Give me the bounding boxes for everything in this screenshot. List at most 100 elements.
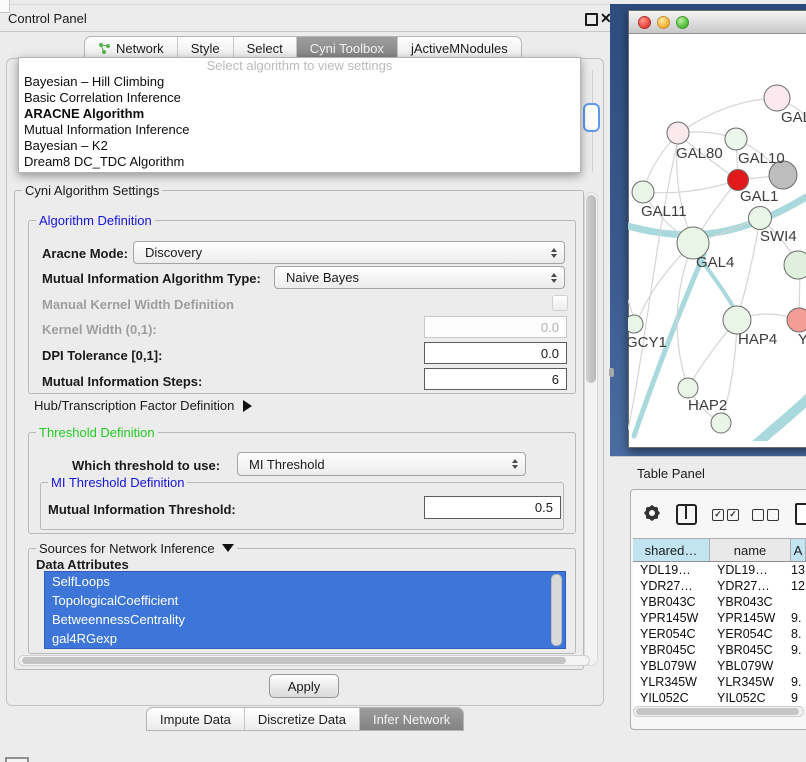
node-gcy1[interactable]: [628, 315, 643, 333]
top-divider: [0, 4, 612, 5]
dpi-tolerance-field[interactable]: 0.0: [424, 342, 567, 364]
check-all-icon[interactable]: ✓: [712, 509, 724, 521]
node-hap4[interactable]: [723, 306, 751, 334]
attributes-scrollbar-thumb[interactable]: [551, 574, 562, 646]
focused-combo-fragment: [583, 103, 600, 132]
sources-group-title[interactable]: Sources for Network Inference: [36, 541, 237, 556]
hub-definition-expander[interactable]: Hub/Transcription Factor Definition: [34, 398, 252, 413]
apply-button-label: Apply: [288, 679, 321, 694]
node-right-edge[interactable]: [784, 251, 806, 279]
node-label: GAL11: [641, 203, 687, 220]
tab-discretize-data[interactable]: Discretize Data: [245, 708, 360, 730]
aracne-mode-combo[interactable]: Discovery: [133, 241, 565, 264]
column-layout-icon[interactable]: [676, 504, 697, 525]
node-table[interactable]: YDL19…YDL19…13 YDR27…YDR27…12 YBR043CYBR…: [633, 562, 806, 706]
mi-steps-field[interactable]: 6: [424, 368, 567, 390]
network-canvas[interactable]: GAL GAL80 GAL10 GAL1 GAL11 SWI4 GAL4 GCY…: [628, 33, 806, 441]
tab-style[interactable]: Style: [178, 37, 234, 59]
group-title: Cyni Algorithm Settings: [22, 183, 162, 198]
page-icon[interactable]: [795, 503, 806, 525]
tab-label: Select: [247, 41, 283, 56]
tab-network[interactable]: Network: [85, 37, 178, 59]
edge: [643, 180, 738, 193]
apply-button[interactable]: Apply: [269, 674, 339, 698]
node-gal10[interactable]: [725, 128, 747, 150]
attribute-item[interactable]: TopologicalCoefficient: [45, 591, 565, 610]
algorithm-option-aracne[interactable]: ARACNE Algorithm: [19, 106, 580, 122]
column-header-shared[interactable]: shared…: [633, 538, 710, 561]
table-row[interactable]: YDR27…YDR27…12: [633, 578, 806, 594]
node-hap2[interactable]: [678, 378, 698, 398]
table-row[interactable]: YBL079WYBL079W: [633, 658, 806, 674]
check-all-icon[interactable]: ✓: [727, 509, 739, 521]
table-row[interactable]: YPR145WYPR145W9.: [633, 610, 806, 626]
uncheck-all-icon[interactable]: [752, 509, 764, 521]
tab-label: Impute Data: [160, 712, 231, 727]
float-window-icon[interactable]: [585, 13, 598, 26]
column-header-partial[interactable]: A: [791, 538, 806, 561]
node-salmon[interactable]: [787, 308, 806, 332]
manual-kernel-checkbox[interactable]: [552, 295, 568, 311]
edge: [737, 218, 760, 320]
attribute-item[interactable]: BetweennessCentrality: [45, 610, 565, 629]
node-swi4[interactable]: [749, 207, 772, 230]
tab-jactivemnodules[interactable]: jActiveMNodules: [398, 37, 521, 59]
uncheck-all-icon[interactable]: [767, 509, 779, 521]
algorithm-option[interactable]: Dream8 DC_TDC Algorithm: [19, 154, 580, 170]
network-window-titlebar[interactable]: [629, 11, 806, 34]
which-threshold-value: MI Threshold: [249, 457, 512, 472]
node-label: GAL1: [740, 188, 778, 205]
mi-threshold-field[interactable]: 0.5: [424, 496, 561, 519]
table-row[interactable]: YIL052CYIL052C9: [633, 690, 806, 706]
node-gal80[interactable]: [667, 122, 689, 144]
mi-steps-label: Mutual Information Steps:: [42, 374, 202, 389]
mi-type-label: Mutual Information Algorithm Type:: [42, 271, 261, 286]
data-attributes-list[interactable]: SelfLoops TopologicalCoefficient Between…: [44, 571, 566, 649]
table-hscrollbar-thumb[interactable]: [636, 708, 799, 715]
panel-splitter-handle[interactable]: [609, 368, 614, 377]
stepper-arrows-icon: [551, 248, 557, 258]
kernel-width-value: 0.0: [541, 320, 559, 335]
aracne-mode-value: Discovery: [145, 245, 551, 260]
minimized-panel-icon[interactable]: [5, 757, 29, 762]
which-threshold-combo[interactable]: MI Threshold: [237, 452, 526, 476]
column-header-name[interactable]: name: [710, 538, 791, 561]
zoom-traffic-light[interactable]: [676, 16, 689, 29]
minimize-traffic-light[interactable]: [657, 16, 670, 29]
algorithm-option[interactable]: Basic Correlation Inference: [19, 90, 580, 106]
table-row[interactable]: YER054CYER054C8.: [633, 626, 806, 642]
node-gal-top[interactable]: [764, 85, 790, 111]
close-traffic-light[interactable]: [638, 16, 651, 29]
tab-infer-network[interactable]: Infer Network: [360, 708, 463, 730]
node-label: GAL: [781, 109, 806, 126]
sources-title-label: Sources for Network Inference: [39, 541, 215, 556]
kernel-width-field[interactable]: 0.0: [424, 316, 567, 338]
data-attributes-label: Data Attributes: [36, 557, 129, 572]
mi-type-combo[interactable]: Naive Bayes: [274, 266, 565, 289]
table-row[interactable]: YDL19…YDL19…13: [633, 562, 806, 578]
triangle-down-icon: [222, 544, 234, 552]
algorithm-option[interactable]: Bayesian – K2: [19, 138, 580, 154]
gear-icon[interactable]: [644, 505, 660, 521]
tab-cyni-toolbox[interactable]: Cyni Toolbox: [297, 37, 398, 59]
algorithm-option[interactable]: Mutual Information Inference: [19, 122, 580, 138]
node-label: GAL80: [676, 145, 723, 162]
attribute-item[interactable]: SelfLoops: [45, 572, 565, 591]
settings-scrollbar-thumb[interactable]: [586, 195, 596, 383]
table-row[interactable]: YLR345WYLR345W9.: [633, 674, 806, 690]
tab-impute-data[interactable]: Impute Data: [147, 708, 245, 730]
table-row[interactable]: YBR045CYBR045C9.: [633, 642, 806, 658]
tab-select[interactable]: Select: [234, 37, 297, 59]
mi-threshold-group-title: MI Threshold Definition: [48, 475, 187, 490]
node-bottom-edge[interactable]: [711, 413, 731, 433]
stepper-arrows-icon: [551, 273, 557, 283]
settings-hscrollbar-thumb[interactable]: [22, 657, 566, 664]
tab-label: jActiveMNodules: [411, 41, 508, 56]
node-label: HAP4: [738, 331, 777, 348]
algorithm-option[interactable]: Bayesian – Hill Climbing: [19, 74, 580, 90]
attribute-item[interactable]: gal4RGexp: [45, 629, 565, 648]
tab-label: Network: [116, 41, 164, 56]
table-row[interactable]: YBR043CYBR043C: [633, 594, 806, 610]
node-gal11[interactable]: [632, 181, 654, 203]
table-panel-title: Table Panel: [637, 466, 705, 481]
